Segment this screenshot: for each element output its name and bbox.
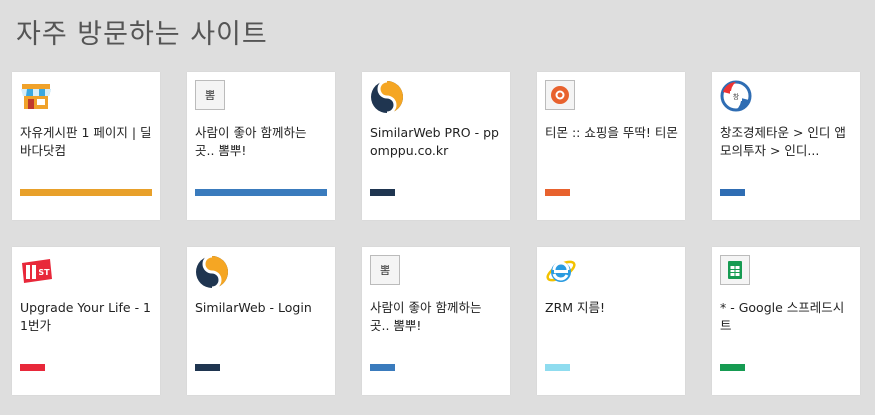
tile-ppomppu-2[interactable]: 뽐 사람이 좋아 함께하는 곳.. 뽐뿌! xyxy=(362,247,510,395)
tile-label: * - Google 스프레드시트 xyxy=(720,300,845,333)
tile-label: Upgrade Your Life - 11번가 xyxy=(20,300,152,333)
tile-tmon[interactable]: 티몬 :: 쇼핑을 뚜딱! 티몬 xyxy=(537,72,685,220)
store-icon xyxy=(20,80,52,112)
tile-creative-economy[interactable]: 창 창조경제타운 > 인디 앱 모의투자 > 인디... xyxy=(712,72,860,220)
11st-icon: ST xyxy=(20,255,52,287)
internet-explorer-icon xyxy=(545,255,577,287)
tile-label: 창조경제타운 > 인디 앱 모의투자 > 인디... xyxy=(720,125,846,158)
tile-similarweb-login[interactable]: SimilarWeb - Login xyxy=(187,247,335,395)
tile-label: SimilarWeb PRO - ppomppu.co.kr xyxy=(370,125,499,158)
tile-color-bar xyxy=(195,364,220,371)
ppomppu-icon: 뽐 xyxy=(195,80,227,112)
tile-color-bar xyxy=(545,364,570,371)
tile-color-bar xyxy=(195,189,327,196)
tile-zrm[interactable]: ZRM 지름! xyxy=(537,247,685,395)
similarweb-icon xyxy=(370,79,403,115)
page-title: 자주 방문하는 사이트 xyxy=(16,19,268,50)
tile-color-bar xyxy=(370,189,395,196)
tile-label: 사람이 좋아 함께하는 곳.. 뽐뿌! xyxy=(370,300,482,333)
ppomppu-icon: 뽐 xyxy=(370,255,402,287)
tile-color-bar xyxy=(370,364,395,371)
tile-similarweb-pro[interactable]: SimilarWeb PRO - ppomppu.co.kr xyxy=(362,72,510,220)
tile-color-bar xyxy=(20,189,152,196)
tmon-icon xyxy=(545,80,577,112)
svg-text:창: 창 xyxy=(733,93,740,101)
tile-google-sheets[interactable]: * - Google 스프레드시트 xyxy=(712,247,860,395)
google-sheets-icon xyxy=(720,255,752,287)
svg-text:ST: ST xyxy=(38,268,50,277)
tile-color-bar xyxy=(545,189,570,196)
tile-label: 자유게시판 1 페이지 | 딜바다닷컴 xyxy=(20,125,152,158)
tile-label: 티몬 :: 쇼핑을 뚜딱! 티몬 xyxy=(545,125,678,140)
tile-label: ZRM 지름! xyxy=(545,300,606,315)
tile-11st[interactable]: ST Upgrade Your Life - 11번가 xyxy=(12,247,160,395)
tile-dealbada[interactable]: 자유게시판 1 페이지 | 딜바다닷컴 xyxy=(12,72,160,220)
tile-ppomppu[interactable]: 뽐 사람이 좋아 함께하는 곳.. 뽐뿌! xyxy=(187,72,335,220)
tile-color-bar xyxy=(20,364,45,371)
similarweb-icon xyxy=(195,254,228,290)
most-visited-grid: 자유게시판 1 페이지 | 딜바다닷컴 뽐 사람이 좋아 함께하는 곳.. 뽐뿌… xyxy=(12,72,860,395)
tile-label: 사람이 좋아 함께하는 곳.. 뽐뿌! xyxy=(195,125,307,158)
tile-label: SimilarWeb - Login xyxy=(195,300,312,315)
tile-color-bar xyxy=(720,364,745,371)
tile-color-bar xyxy=(720,189,745,196)
creative-economy-icon: 창 xyxy=(720,80,752,112)
